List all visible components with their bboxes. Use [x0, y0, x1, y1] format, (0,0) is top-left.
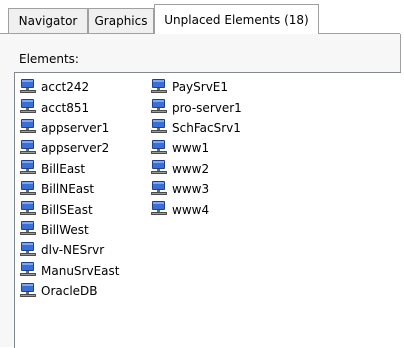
server-computer-icon [150, 139, 168, 158]
server-computer-icon [19, 139, 37, 158]
list-item-label: www1 [172, 141, 210, 156]
list-item-label: acct242 [41, 80, 90, 95]
tab-graphics[interactable]: Graphics [88, 8, 154, 33]
elements-column-2: PaySrvE1 pro-server1 SchFacSrv1 www1 www… [150, 77, 242, 220]
list-item[interactable]: acct851 [19, 97, 119, 117]
list-item-label: PaySrvE1 [172, 80, 229, 95]
list-item[interactable]: OracleDB [19, 281, 119, 301]
tab-bar: Navigator Graphics Unplaced Elements (18… [0, 0, 404, 34]
list-item-label: dlv-NESrvr [41, 243, 105, 258]
list-item-label: BillSEast [41, 202, 93, 217]
server-computer-icon [150, 180, 168, 199]
list-item[interactable]: appserver1 [19, 118, 119, 138]
server-computer-icon [19, 98, 37, 117]
list-item[interactable]: BillSEast [19, 199, 119, 219]
server-computer-icon [19, 159, 37, 178]
list-item[interactable]: www3 [150, 179, 242, 199]
elements-list[interactable]: acct242 acct851 appserver1 appserver2 Bi… [14, 72, 401, 348]
list-item-label: www2 [172, 161, 210, 176]
list-item-label: acct851 [41, 100, 90, 115]
tab-unplaced-elements[interactable]: Unplaced Elements (18) [154, 4, 319, 34]
list-item[interactable]: www4 [150, 199, 242, 219]
tab-navigator[interactable]: Navigator [8, 8, 88, 33]
server-computer-icon [19, 282, 37, 301]
list-item[interactable]: BillWest [19, 220, 119, 240]
server-computer-icon [19, 78, 37, 97]
server-computer-icon [150, 78, 168, 97]
list-item[interactable]: SchFacSrv1 [150, 118, 242, 138]
server-computer-icon [19, 118, 37, 137]
list-item[interactable]: BillEast [19, 159, 119, 179]
server-computer-icon [19, 261, 37, 280]
list-item[interactable]: BillNEast [19, 179, 119, 199]
list-item-label: ManuSrvEast [41, 263, 120, 278]
list-item-label: BillEast [41, 161, 86, 176]
list-item-label: appserver1 [41, 120, 110, 135]
list-item-label: OracleDB [41, 284, 98, 299]
list-item-label: BillWest [41, 222, 89, 237]
server-computer-icon [19, 180, 37, 199]
elements-label: Elements: [19, 52, 79, 66]
server-computer-icon [150, 200, 168, 219]
list-item[interactable]: pro-server1 [150, 97, 242, 117]
server-computer-icon [19, 200, 37, 219]
list-item[interactable]: PaySrvE1 [150, 77, 242, 97]
list-item-label: SchFacSrv1 [172, 120, 241, 135]
server-computer-icon [150, 98, 168, 117]
list-item-label: www4 [172, 202, 210, 217]
list-item[interactable]: www2 [150, 159, 242, 179]
list-item-label: BillNEast [41, 182, 95, 197]
list-item[interactable]: ManuSrvEast [19, 261, 119, 281]
elements-column-1: acct242 acct851 appserver1 appserver2 Bi… [19, 77, 119, 301]
list-item-label: www3 [172, 182, 210, 197]
list-item[interactable]: acct242 [19, 77, 119, 97]
unplaced-elements-panel: Elements: acct242 acct851 appserver1 app… [0, 34, 401, 348]
list-item[interactable]: dlv-NESrvr [19, 240, 119, 260]
server-computer-icon [19, 241, 37, 260]
server-computer-icon [150, 159, 168, 178]
list-item-label: appserver2 [41, 141, 110, 156]
list-item-label: pro-server1 [172, 100, 242, 115]
server-computer-icon [150, 118, 168, 137]
server-computer-icon [19, 220, 37, 239]
list-item[interactable]: appserver2 [19, 138, 119, 158]
list-item[interactable]: www1 [150, 138, 242, 158]
